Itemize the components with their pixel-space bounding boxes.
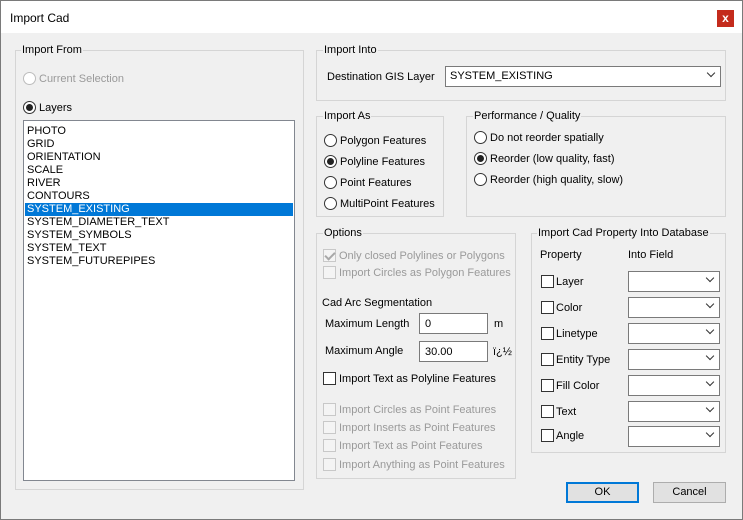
options-label: Options <box>323 227 363 240</box>
list-item[interactable]: SYSTEM_SYMBOLS <box>25 229 293 242</box>
layers-radio[interactable] <box>23 101 36 114</box>
title-bar: Import Cad x <box>1 1 742 33</box>
current-selection-radio[interactable] <box>23 72 36 85</box>
chevron-down-icon <box>705 351 715 361</box>
polyline-features-label: Polyline Features <box>340 156 425 168</box>
fill-color-field-combo[interactable] <box>628 375 720 396</box>
reorder-high-radio[interactable] <box>474 173 487 186</box>
anything-point-label: Import Anything as Point Features <box>339 459 505 471</box>
import-from-label: Import From <box>21 44 83 57</box>
inserts-point-label: Import Inserts as Point Features <box>339 422 496 434</box>
anything-point-checkbox[interactable] <box>323 458 336 471</box>
close-icon[interactable]: x <box>717 10 734 27</box>
point-features-radio[interactable] <box>324 176 337 189</box>
entity-type-field-combo[interactable] <box>628 349 720 370</box>
list-item[interactable]: RIVER <box>25 177 293 190</box>
import-cad-dialog: Import Cad x Import From Current Selecti… <box>0 0 743 520</box>
color-property-label: Color <box>556 302 583 314</box>
performance-label: Performance / Quality <box>473 110 582 123</box>
chevron-down-icon <box>705 299 715 309</box>
property-header: Property <box>540 249 582 261</box>
color-property-checkbox[interactable] <box>541 301 554 314</box>
list-item[interactable]: ORIENTATION <box>25 151 293 164</box>
polygon-features-radio[interactable] <box>324 134 337 147</box>
max-angle-label: Maximum Angle <box>325 345 404 357</box>
text-property-label: Text <box>556 406 577 418</box>
reorder-low-label: Reorder (low quality, fast) <box>490 153 615 165</box>
no-reorder-label: Do not reorder spatially <box>490 132 604 144</box>
angle-property-checkbox[interactable] <box>541 429 554 442</box>
destination-layer-label: Destination GIS Layer <box>327 71 435 83</box>
chevron-down-icon <box>705 325 715 335</box>
entity-type-property-checkbox[interactable] <box>541 353 554 366</box>
chevron-down-icon <box>705 377 715 387</box>
arc-segmentation-label: Cad Arc Segmentation <box>322 297 433 309</box>
chevron-down-icon <box>705 428 715 438</box>
linetype-field-combo[interactable] <box>628 323 720 344</box>
import-as-label: Import As <box>323 110 372 123</box>
circles-point-checkbox[interactable] <box>323 403 336 416</box>
circles-point-label: Import Circles as Point Features <box>339 404 497 416</box>
multipoint-features-radio[interactable] <box>324 197 337 210</box>
cancel-button[interactable]: Cancel <box>653 482 726 503</box>
text-polyline-label: Import Text as Polyline Features <box>339 373 496 385</box>
list-item[interactable]: SYSTEM_DIAMETER_TEXT <box>25 216 293 229</box>
window-title: Import Cad <box>10 11 70 25</box>
max-angle-value: 30.00 <box>425 346 453 358</box>
text-point-label: Import Text as Point Features <box>339 440 483 452</box>
current-selection-label: Current Selection <box>39 73 124 85</box>
entity-type-property-label: Entity Type <box>556 354 611 366</box>
list-item[interactable]: PHOTO <box>25 125 293 138</box>
max-length-input[interactable]: 0 <box>419 313 488 334</box>
color-field-combo[interactable] <box>628 297 720 318</box>
fill-color-property-checkbox[interactable] <box>541 379 554 392</box>
chevron-down-icon <box>706 68 716 78</box>
cad-property-label: Import Cad Property Into Database <box>537 227 710 240</box>
text-polyline-checkbox[interactable] <box>323 372 336 385</box>
angle-property-label: Angle <box>556 430 585 442</box>
point-features-label: Point Features <box>340 177 412 189</box>
list-item[interactable]: CONTOURS <box>25 190 293 203</box>
max-length-unit: m <box>494 318 504 330</box>
import-into-label: Import Into <box>323 44 378 57</box>
reorder-low-radio[interactable] <box>474 152 487 165</box>
polyline-features-radio[interactable] <box>324 155 337 168</box>
layer-property-checkbox[interactable] <box>541 275 554 288</box>
list-item[interactable]: SYSTEM_TEXT <box>25 242 293 255</box>
max-angle-unit: ï¿½ <box>493 346 512 358</box>
ok-button[interactable]: OK <box>566 482 639 503</box>
polygon-features-label: Polygon Features <box>340 135 427 147</box>
into-field-header: Into Field <box>628 249 674 261</box>
destination-layer-combo[interactable]: SYSTEM_EXISTING <box>445 66 721 87</box>
list-item[interactable]: GRID <box>25 138 293 151</box>
layer-listbox[interactable]: PHOTO GRID ORIENTATION SCALE RIVER CONTO… <box>23 120 295 481</box>
angle-field-combo[interactable] <box>628 426 720 447</box>
text-field-combo[interactable] <box>628 401 720 422</box>
max-length-label: Maximum Length <box>325 318 410 330</box>
text-point-checkbox[interactable] <box>323 439 336 452</box>
chevron-down-icon <box>705 273 715 283</box>
linetype-property-checkbox[interactable] <box>541 327 554 340</box>
inserts-point-checkbox[interactable] <box>323 421 336 434</box>
linetype-property-label: Linetype <box>556 328 598 340</box>
layer-property-label: Layer <box>556 276 584 288</box>
no-reorder-radio[interactable] <box>474 131 487 144</box>
list-item-selected[interactable]: SYSTEM_EXISTING <box>25 203 293 216</box>
only-closed-label: Only closed Polylines or Polygons <box>339 250 505 262</box>
chevron-down-icon <box>705 403 715 413</box>
destination-layer-value: SYSTEM_EXISTING <box>450 70 553 82</box>
list-item[interactable]: SYSTEM_FUTUREPIPES <box>25 255 293 268</box>
reorder-high-label: Reorder (high quality, slow) <box>490 174 624 186</box>
max-angle-input[interactable]: 30.00 <box>419 341 488 362</box>
text-property-checkbox[interactable] <box>541 405 554 418</box>
circles-polygon-checkbox[interactable] <box>323 266 336 279</box>
circles-polygon-label: Import Circles as Polygon Features <box>339 267 511 279</box>
max-length-value: 0 <box>425 318 432 330</box>
fill-color-property-label: Fill Color <box>556 380 600 392</box>
list-item[interactable]: SCALE <box>25 164 293 177</box>
layers-label: Layers <box>39 102 73 114</box>
multipoint-features-label: MultiPoint Features <box>340 198 435 210</box>
layer-field-combo[interactable] <box>628 271 720 292</box>
only-closed-checkbox[interactable] <box>323 249 336 262</box>
